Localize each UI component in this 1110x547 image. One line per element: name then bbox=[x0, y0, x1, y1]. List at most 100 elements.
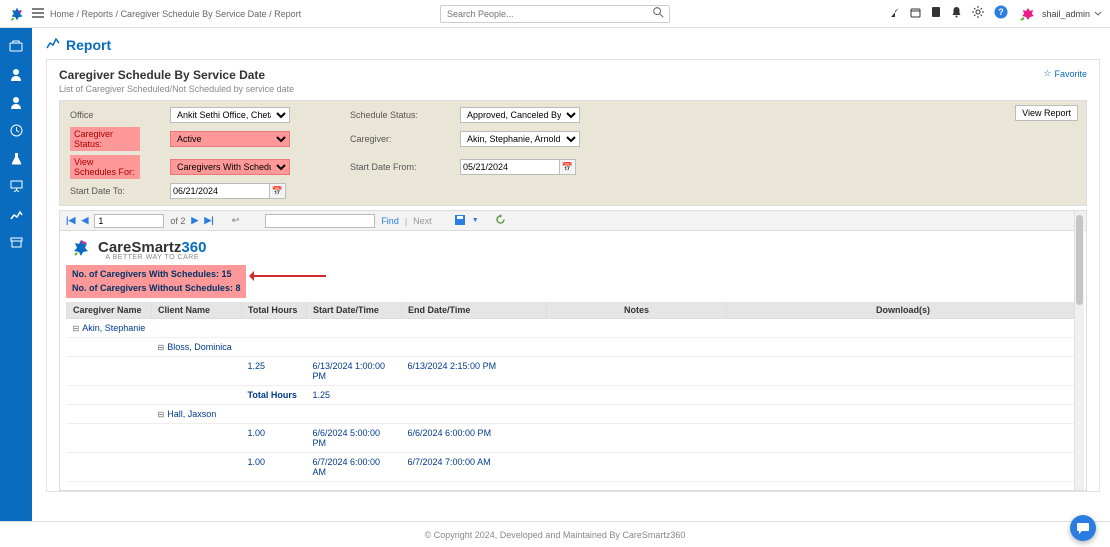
user-name-label: shail_admin bbox=[1042, 9, 1090, 19]
next-page-icon[interactable]: ▶ bbox=[191, 215, 198, 226]
scroll-thumb[interactable] bbox=[1076, 215, 1083, 305]
breadcrumb-current: Report bbox=[274, 9, 301, 19]
view-report-button[interactable]: View Report bbox=[1015, 105, 1078, 121]
caregiver-status-label: Caregiver Status: bbox=[70, 127, 140, 151]
table-row: ⊟Bloss, Dominica bbox=[67, 338, 1080, 357]
hours-cell: 1.25 bbox=[242, 357, 307, 386]
sidebar-briefcase-icon[interactable] bbox=[0, 32, 32, 60]
caregiver-label: Caregiver: bbox=[350, 134, 430, 144]
export-icon[interactable] bbox=[454, 214, 466, 228]
page-title-row: Report bbox=[46, 28, 1100, 59]
breadcrumb-reports[interactable]: Reports bbox=[82, 9, 114, 19]
refresh-icon[interactable] bbox=[495, 214, 506, 227]
section-sub: List of Caregiver Scheduled/Not Schedule… bbox=[59, 84, 1087, 94]
annotation-arrow-icon bbox=[251, 275, 326, 277]
topbar-right: ? shail_admin bbox=[890, 5, 1102, 22]
calendar-picker-icon[interactable]: 📅 bbox=[270, 183, 286, 199]
client-cell[interactable]: Hall, Jaxson bbox=[167, 409, 216, 419]
caregiver-select[interactable]: Akin, Stephanie, Arnold, William, bbox=[460, 131, 580, 147]
caregiver-status-select[interactable]: Active bbox=[170, 131, 290, 147]
col-total-hours: Total Hours bbox=[242, 302, 307, 319]
search-icon[interactable] bbox=[653, 7, 664, 20]
export-dropdown-icon[interactable]: ▼ bbox=[472, 217, 479, 224]
breadcrumb-report-name[interactable]: Caregiver Schedule By Service Date bbox=[121, 9, 267, 19]
client-cell[interactable]: Bloss, Dominica bbox=[167, 342, 232, 352]
caregiver-cell[interactable]: Akin, Stephanie bbox=[82, 323, 145, 333]
sidebar-archive-icon[interactable] bbox=[0, 228, 32, 256]
sidebar-clock-icon[interactable] bbox=[0, 116, 32, 144]
find-button[interactable]: Find bbox=[381, 216, 399, 226]
sidebar-presentation-icon[interactable] bbox=[0, 172, 32, 200]
scrollbar[interactable] bbox=[1074, 211, 1084, 490]
table-row: Total Hours 1.25 bbox=[67, 386, 1080, 405]
office-label: Office bbox=[70, 110, 140, 120]
collapse-icon[interactable]: ⊟ bbox=[158, 410, 165, 419]
report-body: CareSmartz360 A BETTER WAY TO CARE No. o… bbox=[60, 231, 1086, 490]
view-for-select[interactable]: Caregivers With Schedules, Caregiv bbox=[170, 159, 290, 175]
page-of-label: of 2 bbox=[170, 216, 185, 226]
back-icon[interactable]: ↩ bbox=[232, 215, 240, 226]
report-card: Caregiver Schedule By Service Date List … bbox=[46, 59, 1100, 492]
clipboard-icon[interactable] bbox=[931, 6, 941, 21]
schedule-status-select[interactable]: Approved, Canceled By Caregiver, bbox=[460, 107, 580, 123]
page-input[interactable] bbox=[94, 214, 164, 228]
find-input[interactable] bbox=[265, 214, 375, 228]
table-row: 1.25 6/13/2024 1:00:00 PM 6/13/2024 2:15… bbox=[67, 357, 1080, 386]
sidebar bbox=[0, 28, 32, 547]
search-input[interactable] bbox=[440, 5, 670, 23]
sidebar-user-icon[interactable] bbox=[0, 60, 32, 88]
start-from-input[interactable] bbox=[460, 159, 560, 175]
location-icon[interactable] bbox=[890, 6, 900, 21]
col-notes: Notes bbox=[547, 302, 727, 319]
calendar-picker-icon[interactable]: 📅 bbox=[560, 159, 576, 175]
report-table: Caregiver Name Client Name Total Hours S… bbox=[66, 302, 1080, 482]
help-icon[interactable]: ? bbox=[994, 5, 1008, 22]
hamburger-icon[interactable] bbox=[32, 8, 44, 20]
office-select[interactable]: Ankit Sethi Office, Chetan Office T bbox=[170, 107, 290, 123]
col-start: Start Date/Time bbox=[307, 302, 402, 319]
logo-text-care: Care bbox=[98, 239, 131, 256]
sidebar-flask-icon[interactable] bbox=[0, 144, 32, 172]
report-viewer: |◀ ◀ of 2 ▶ ▶| ↩ Find | Next ▼ bbox=[59, 210, 1087, 491]
total-hours-label: Total Hours bbox=[242, 386, 307, 405]
logo-text-smartz: Smartz bbox=[131, 239, 181, 256]
svg-text:?: ? bbox=[998, 7, 1004, 17]
footer-text: © Copyright 2024, Developed and Maintain… bbox=[425, 530, 686, 540]
breadcrumb-home[interactable]: Home bbox=[50, 9, 74, 19]
col-end: End Date/Time bbox=[402, 302, 547, 319]
main: Report Caregiver Schedule By Service Dat… bbox=[32, 28, 1110, 519]
start-to-input[interactable] bbox=[170, 183, 270, 199]
end-cell: 6/13/2024 2:15:00 PM bbox=[402, 357, 547, 386]
last-page-icon[interactable]: ▶| bbox=[204, 215, 213, 226]
table-row: ⊟Hall, Jaxson bbox=[67, 405, 1080, 424]
count-box: No. of Caregivers With Schedules: 15 No.… bbox=[66, 265, 246, 298]
logo-icon bbox=[70, 237, 92, 262]
first-page-icon[interactable]: |◀ bbox=[66, 215, 75, 226]
without-schedules-count: No. of Caregivers Without Schedules: 8 bbox=[72, 282, 240, 296]
end-cell: 6/7/2024 7:00:00 AM bbox=[402, 453, 547, 482]
section-title: Caregiver Schedule By Service Date bbox=[59, 68, 1087, 82]
collapse-icon[interactable]: ⊟ bbox=[158, 343, 165, 352]
find-next-button[interactable]: Next bbox=[413, 216, 432, 226]
collapse-icon[interactable]: ⊟ bbox=[73, 324, 80, 333]
calendar-icon[interactable] bbox=[910, 7, 921, 21]
report-toolbar: |◀ ◀ of 2 ▶ ▶| ↩ Find | Next ▼ bbox=[60, 211, 1086, 231]
favorite-toggle[interactable]: ☆ Favorite bbox=[1043, 68, 1087, 79]
view-for-label: View Schedules For: bbox=[70, 155, 140, 179]
favorite-label: Favorite bbox=[1054, 69, 1087, 79]
chat-bubble-icon[interactable] bbox=[1070, 515, 1096, 541]
start-cell: 6/6/2024 5:00:00 PM bbox=[307, 424, 402, 453]
topbar: Home / Reports / Caregiver Schedule By S… bbox=[0, 0, 1110, 28]
user-menu[interactable]: shail_admin bbox=[1018, 6, 1102, 22]
bell-icon[interactable] bbox=[951, 6, 962, 21]
sidebar-user2-icon[interactable] bbox=[0, 88, 32, 116]
report-logo: CareSmartz360 A BETTER WAY TO CARE bbox=[66, 235, 1080, 262]
star-icon: ☆ bbox=[1043, 68, 1051, 79]
prev-page-icon[interactable]: ◀ bbox=[81, 215, 88, 226]
logo-text-360: 360 bbox=[181, 239, 206, 256]
hours-cell: 1.00 bbox=[242, 453, 307, 482]
schedule-status-label: Schedule Status: bbox=[350, 110, 430, 120]
gear-icon[interactable] bbox=[972, 6, 984, 21]
logo-mini-icon bbox=[8, 5, 26, 23]
sidebar-chart-icon[interactable] bbox=[0, 200, 32, 228]
